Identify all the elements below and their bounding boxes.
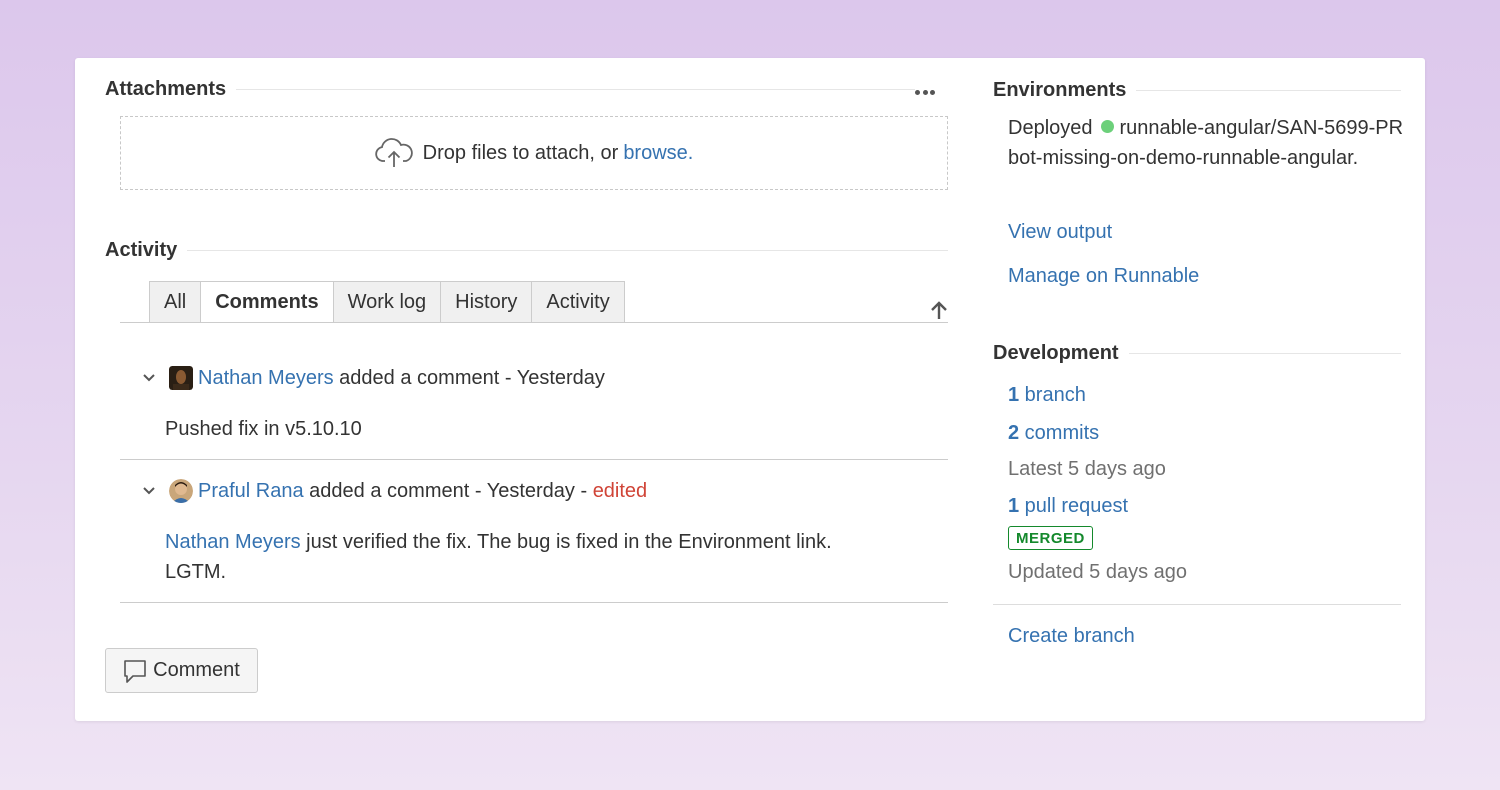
comment-body: Nathan Meyers just verified the fix. The… [165, 527, 885, 587]
comment-text: Pushed fix in v5.10.10 [165, 418, 362, 440]
deployment-status: Deployed runnable-angular/SAN-5699-PRbot-… [1008, 113, 1403, 173]
mention-link[interactable]: Nathan Meyers [165, 531, 301, 553]
activity-divider [187, 250, 948, 251]
commits-count: 2 [1008, 422, 1020, 444]
tabs-underline [120, 322, 948, 323]
edited-label[interactable]: edited [593, 480, 648, 503]
comment-divider [120, 602, 948, 603]
activity-header: Activity [105, 239, 948, 262]
attachment-dropzone[interactable]: Drop files to attach, or browse. [120, 116, 948, 190]
attachments-title: Attachments [105, 78, 227, 100]
chevron-down-icon[interactable] [142, 373, 156, 383]
development-title: Development [993, 342, 1119, 364]
pull-request-link[interactable]: 1 pull request [1008, 495, 1128, 518]
pr-updated-time: Updated 5 days ago [1008, 561, 1188, 583]
chevron-down-icon[interactable] [142, 486, 156, 496]
deployed-label: Deployed [1008, 117, 1093, 139]
tab-activity[interactable]: Activity [531, 281, 625, 323]
comment-action: added a comment - Yesterday [333, 366, 605, 389]
issue-panel: Attachments Drop files to attach, or bro… [75, 58, 1425, 721]
more-options-icon[interactable] [915, 84, 941, 100]
commits-link[interactable]: 2 commits [1008, 422, 1099, 445]
commits-label: commits [1019, 422, 1100, 444]
merged-status-badge: MERGED [1008, 526, 1093, 550]
comment-divider [120, 459, 948, 460]
pr-count: 1 [1008, 495, 1020, 517]
tab-history[interactable]: History [440, 281, 533, 323]
comment-button-label: Comment [153, 659, 240, 681]
browse-link[interactable]: browse. [623, 142, 693, 165]
latest-commit-time: Latest 5 days ago [1008, 458, 1166, 480]
avatar [169, 479, 193, 503]
environments-title: Environments [993, 79, 1127, 101]
upload-cloud-icon [374, 138, 413, 167]
manage-on-runnable-link[interactable]: Manage on Runnable [1008, 265, 1199, 288]
comment-header: Praful Rana added a comment - Yesterday … [142, 479, 647, 503]
attachments-header: Attachments [105, 78, 915, 101]
tab-comments[interactable]: Comments [200, 281, 334, 323]
tab-work-log[interactable]: Work log [332, 281, 442, 323]
activity-title: Activity [105, 239, 178, 261]
attachments-divider [236, 89, 915, 90]
comment-body: Pushed fix in v5.10.10 [165, 414, 362, 444]
comment-author[interactable]: Praful Rana [198, 480, 304, 503]
branch-label: branch [1019, 384, 1086, 406]
comment-header: Nathan Meyers added a comment - Yesterda… [142, 366, 605, 390]
environments-divider [1136, 90, 1401, 91]
development-header: Development [993, 342, 1401, 365]
drop-text: Drop files to attach, or [422, 141, 619, 164]
speech-bubble-icon [124, 659, 146, 683]
comment-action: added a comment - Yesterday - [303, 479, 593, 502]
avatar [169, 366, 193, 390]
create-branch-link[interactable]: Create branch [1008, 625, 1135, 648]
activity-tabs: All Comments Work log History Activity [149, 281, 625, 323]
status-dot-icon [1100, 120, 1114, 133]
view-output-link[interactable]: View output [1008, 221, 1112, 244]
development-bottom-divider [993, 604, 1401, 605]
development-divider [1128, 353, 1401, 354]
tab-all[interactable]: All [149, 281, 202, 323]
pr-label: pull request [1019, 495, 1129, 517]
sort-up-arrow-icon[interactable] [929, 299, 949, 321]
branch-count: 1 [1008, 384, 1020, 406]
environments-header: Environments [993, 79, 1401, 102]
comment-author[interactable]: Nathan Meyers [198, 367, 334, 390]
comment-button[interactable]: Comment [105, 648, 258, 693]
branch-link[interactable]: 1 branch [1008, 384, 1086, 407]
